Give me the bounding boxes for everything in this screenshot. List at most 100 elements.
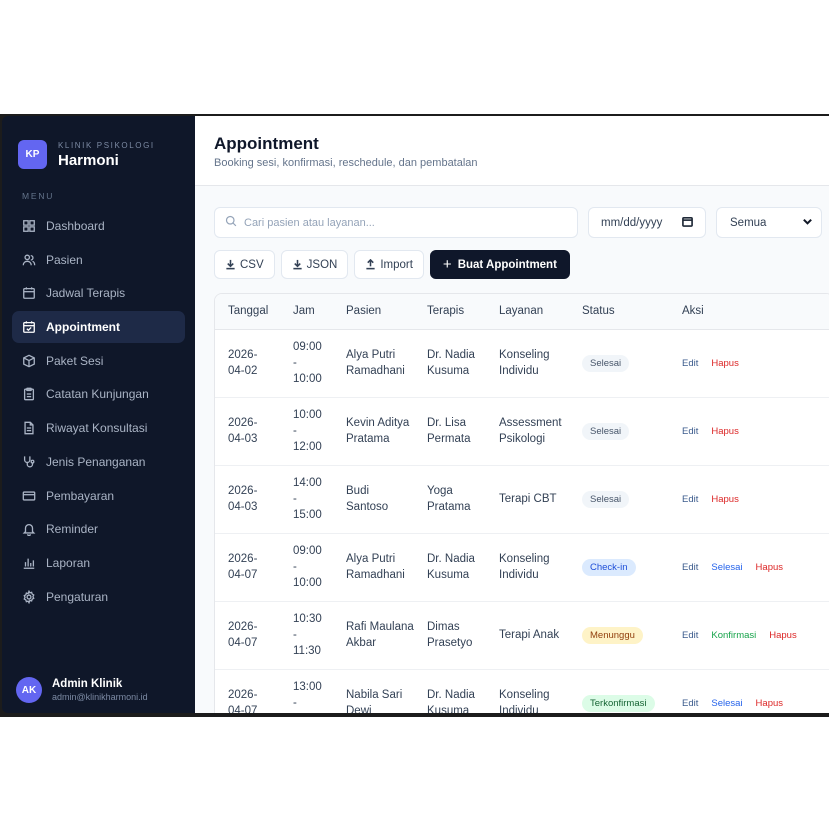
cell-jam: 10:30-11:30: [280, 601, 333, 670]
menu-label: MENU: [22, 191, 55, 201]
cell-layanan: Terapi Anak: [486, 601, 569, 670]
table-row: 2026- 04-03 10:00-12:00 Kevin Aditya Prata…: [215, 397, 829, 466]
export-csv-button[interactable]: CSV: [214, 250, 275, 279]
cell-status: Selesai: [569, 329, 669, 398]
cell-layanan: Terapi CBT: [486, 465, 569, 534]
sidebar-item-jenis-penanganan[interactable]: Jenis Penanganan: [12, 446, 185, 478]
hapus-link[interactable]: Hapus: [769, 630, 796, 641]
cell-tanggal: 2026- 04-07: [215, 533, 280, 602]
hapus-link[interactable]: Hapus: [711, 494, 738, 505]
cell-terapis: Dr. Lisa Permata: [414, 397, 486, 466]
search-input[interactable]: [244, 216, 544, 229]
cell-layanan: Konseling Individu: [486, 669, 569, 713]
search-box[interactable]: [214, 207, 578, 238]
brand-name: Harmoni: [58, 151, 119, 169]
hapus-link[interactable]: Hapus: [711, 426, 738, 437]
hapus-link[interactable]: Hapus: [756, 698, 783, 709]
cell-status: Terkonfirmasi: [569, 669, 669, 713]
status-badge: Terkonfirmasi: [582, 694, 655, 712]
cell-pasien: Kevin Aditya Pratama: [333, 397, 414, 466]
status-badge: Selesai: [582, 422, 630, 440]
cell-status: Menunggu: [569, 601, 669, 670]
plus-icon: +: [442, 256, 452, 273]
status-badge: Selesai: [582, 354, 630, 372]
konfirmasi-link[interactable]: Konfirmasi: [711, 630, 756, 641]
appointment-table: Tanggal Jam Pasien Terapis Layanan Statu…: [214, 293, 829, 713]
calendar-icon[interactable]: [682, 216, 693, 230]
sidebar-item-jadwal-terapis[interactable]: Jadwal Terapis: [12, 277, 185, 309]
clipboard-icon: [22, 387, 36, 401]
avatar: AK: [16, 677, 42, 703]
sidebar-item-appointment[interactable]: Appointment: [12, 311, 185, 344]
grid-icon: [22, 219, 36, 233]
hapus-link[interactable]: Hapus: [756, 562, 783, 573]
brand: KP KLINIK PSIKOLOGI Harmoni: [2, 116, 195, 174]
cell-tanggal: 2026- 04-03: [215, 397, 280, 466]
user-name: Admin Klinik: [52, 678, 123, 690]
date-filter-placeholder: mm/dd/yyyy: [601, 216, 663, 229]
cell-tanggal: 2026- 04-03: [215, 465, 280, 534]
create-appointment-button[interactable]: + Buat Appointment: [429, 250, 570, 279]
sidebar-item-catatan-kunjungan[interactable]: Catatan Kunjungan: [12, 378, 185, 410]
sidebar-item-label: Pasien: [46, 252, 83, 267]
search-icon: [225, 214, 237, 232]
cell-aksi: Edit Hapus: [669, 329, 829, 398]
table-row: 2026- 04-07 10:30-11:30 Rafi Maulana Akbar…: [215, 601, 829, 670]
filter-bar: mm/dd/yyyy Semua: [214, 207, 829, 239]
selesai-link[interactable]: Selesai: [711, 562, 742, 573]
selesai-link[interactable]: Selesai: [711, 698, 742, 709]
cell-pasien: Alya Putri Ramadhani: [333, 533, 414, 602]
main-content: Appointment Booking sesi, konfirmasi, re…: [195, 116, 829, 713]
hapus-link[interactable]: Hapus: [711, 358, 738, 369]
status-filter-value: Semua: [730, 216, 767, 229]
cell-layanan: Konseling Individu: [486, 329, 569, 398]
cell-terapis: Dimas Prasetyo: [414, 601, 486, 670]
sidebar-item-label: Riwayat Konsultasi: [46, 421, 148, 436]
status-filter-select[interactable]: Semua: [716, 207, 822, 238]
chevron-down-icon: [802, 216, 813, 230]
cell-aksi: Edit Hapus: [669, 465, 829, 534]
edit-link[interactable]: Edit: [682, 494, 698, 505]
cell-jam: 13:00-14:00: [280, 669, 333, 713]
sidebar-item-pasien[interactable]: Pasien: [12, 244, 185, 276]
sidebar-nav: Dashboard Pasien Jadwal Terapis Appointment…: [2, 210, 195, 613]
cell-terapis: Dr. Nadia Kusuma: [414, 669, 486, 713]
edit-link[interactable]: Edit: [682, 562, 698, 573]
edit-link[interactable]: Edit: [682, 698, 698, 709]
sidebar-item-laporan[interactable]: Laporan: [12, 547, 185, 579]
users-icon: [22, 253, 36, 267]
sidebar-item-paket-sesi[interactable]: Paket Sesi: [12, 345, 185, 377]
user-profile[interactable]: AK Admin Klinik admin@klinikharmoni.id: [16, 677, 148, 703]
file-text-icon: [22, 421, 36, 435]
import-button[interactable]: Import: [354, 250, 424, 279]
brand-logo: KP: [18, 140, 47, 169]
sidebar-item-label: Catatan Kunjungan: [46, 387, 149, 402]
sidebar-item-label: Jadwal Terapis: [46, 286, 126, 301]
cell-pasien: Nabila Sari Dewi: [333, 669, 414, 713]
sidebar-item-reminder[interactable]: Reminder: [12, 513, 185, 545]
sidebar-item-pengaturan[interactable]: Pengaturan: [12, 581, 185, 613]
sidebar-item-riwayat-konsultasi[interactable]: Riwayat Konsultasi: [12, 412, 185, 444]
edit-link[interactable]: Edit: [682, 426, 698, 437]
download-icon: [293, 259, 302, 270]
brand-subtitle: KLINIK PSIKOLOGI: [58, 140, 155, 150]
table-row: 2026- 04-02 09:00-10:00 Alya Putri Ramadha…: [215, 329, 829, 398]
cell-jam: 14:00-15:00: [280, 465, 333, 534]
sidebar-item-label: Reminder: [46, 522, 99, 537]
edit-link[interactable]: Edit: [682, 630, 698, 641]
date-filter[interactable]: mm/dd/yyyy: [588, 207, 706, 238]
edit-link[interactable]: Edit: [682, 358, 698, 369]
package-icon: [22, 354, 36, 368]
cell-layanan: Konseling Individu: [486, 533, 569, 602]
app-window: KP KLINIK PSIKOLOGI Harmoni MENU Dashboa…: [2, 116, 829, 713]
cell-jam: 10:00-12:00: [280, 397, 333, 466]
cell-layanan: Assessment Psikologi: [486, 397, 569, 466]
sidebar-item-dashboard[interactable]: Dashboard: [12, 210, 185, 242]
cell-aksi: Edit Hapus: [669, 397, 829, 466]
export-json-button[interactable]: JSON: [280, 250, 349, 279]
sidebar-item-label: Appointment: [46, 320, 120, 335]
sidebar-item-pembayaran[interactable]: Pembayaran: [12, 480, 185, 512]
cell-tanggal: 2026- 04-07: [215, 669, 280, 713]
column-header: Status: [569, 294, 669, 330]
cell-status: Selesai: [569, 397, 669, 466]
